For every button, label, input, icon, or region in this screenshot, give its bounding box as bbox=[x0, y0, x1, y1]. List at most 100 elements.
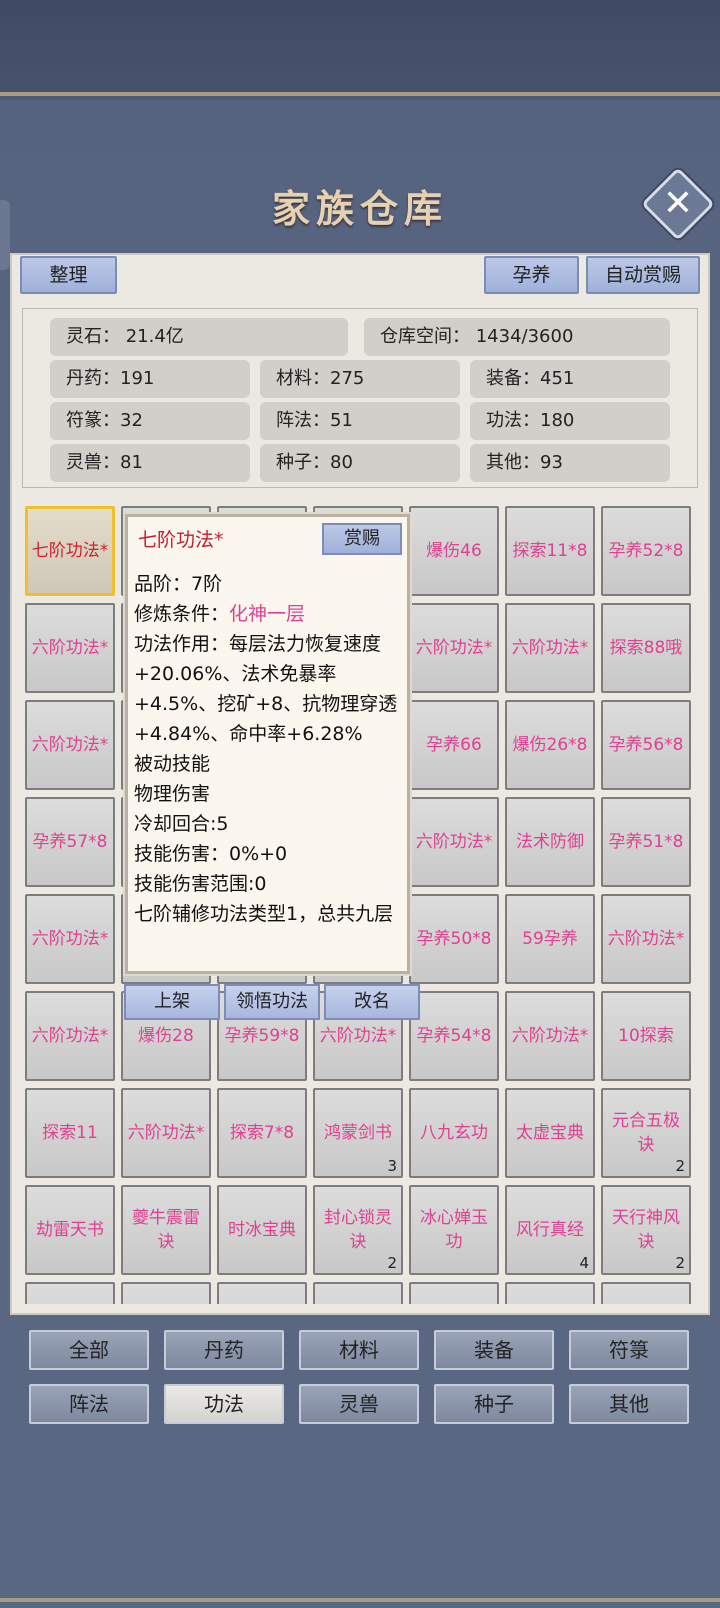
auto-reward-button[interactable]: 自动赏赐 bbox=[586, 256, 700, 294]
item-slot[interactable] bbox=[121, 1282, 211, 1304]
requirement-label: 修炼条件： bbox=[134, 603, 230, 625]
item-label: 六阶功法* bbox=[415, 638, 493, 658]
item-label: 六阶功法* bbox=[127, 1123, 205, 1143]
item-slot[interactable]: 封心锁灵诀 2 bbox=[313, 1185, 403, 1275]
popup-damage-type: 物理伤害 bbox=[134, 783, 211, 805]
stat-pills: 丹药：191 bbox=[50, 360, 250, 398]
list-button[interactable]: 上架 bbox=[124, 984, 220, 1020]
reward-button[interactable]: 赏赐 bbox=[322, 523, 402, 555]
item-label: 元合五极诀 bbox=[612, 1111, 680, 1155]
item-slot[interactable] bbox=[601, 1282, 691, 1304]
item-slot[interactable]: 七阶功法* bbox=[25, 506, 115, 596]
item-slot[interactable]: 探索88哦 bbox=[601, 603, 691, 693]
item-slot[interactable]: 10探索 bbox=[601, 991, 691, 1081]
item-slot[interactable]: 孕养52*8 bbox=[601, 506, 691, 596]
rename-button[interactable]: 改名 bbox=[324, 984, 420, 1020]
item-label: 六阶功法* bbox=[511, 638, 589, 658]
item-label: 时冰宝典 bbox=[228, 1220, 296, 1240]
tab-3[interactable]: 装备 bbox=[434, 1330, 554, 1370]
item-slot[interactable]: 劫雷天书 bbox=[25, 1185, 115, 1275]
tab-4[interactable]: 符箓 bbox=[569, 1330, 689, 1370]
item-slot[interactable]: 59孕养 bbox=[505, 894, 595, 984]
item-slot[interactable] bbox=[217, 1282, 307, 1304]
popup-cooldown: 冷却回合:5 bbox=[134, 813, 229, 835]
item-slot[interactable]: 六阶功法* bbox=[25, 991, 115, 1081]
item-slot[interactable]: 夔牛震雷诀 bbox=[121, 1185, 211, 1275]
item-slot[interactable]: 元合五极诀 2 bbox=[601, 1088, 691, 1178]
item-slot[interactable]: 孕养54*8 bbox=[409, 991, 499, 1081]
item-label: 六阶功法* bbox=[607, 929, 685, 949]
item-label: 爆伤28 bbox=[138, 1026, 194, 1046]
item-slot[interactable]: 探索7*8 bbox=[217, 1088, 307, 1178]
item-label: 探索11*8 bbox=[512, 541, 588, 561]
popup-effect: 功法作用：每层法力恢复速度+20.06%、法术免暴率+4.5%、挖矿+8、抗物理… bbox=[134, 633, 398, 745]
item-slot[interactable]: 孕养66 bbox=[409, 700, 499, 790]
tab-6[interactable]: 功法 bbox=[164, 1384, 284, 1424]
item-label: 探索88哦 bbox=[609, 638, 683, 658]
item-label: 探索7*8 bbox=[229, 1123, 295, 1143]
item-label: 六阶功法* bbox=[319, 1026, 397, 1046]
stat-others: 其他：93 bbox=[470, 444, 670, 482]
item-slot[interactable]: 爆伤46 bbox=[409, 506, 499, 596]
item-slot[interactable]: 冰心婵玉功 bbox=[409, 1185, 499, 1275]
popup-passive: 被动技能 bbox=[134, 753, 211, 775]
tab-7[interactable]: 灵兽 bbox=[299, 1384, 419, 1424]
item-label: 孕养54*8 bbox=[416, 1026, 492, 1046]
item-slot[interactable]: 六阶功法* bbox=[25, 603, 115, 693]
item-slot[interactable]: 孕养51*8 bbox=[601, 797, 691, 887]
item-count: 2 bbox=[675, 1157, 685, 1175]
item-slot[interactable]: 时冰宝典 bbox=[217, 1185, 307, 1275]
item-slot[interactable] bbox=[409, 1282, 499, 1304]
popup-skill-range: 技能伤害范围:0 bbox=[134, 873, 267, 895]
item-slot[interactable]: 孕养56*8 bbox=[601, 700, 691, 790]
item-count: 2 bbox=[387, 1254, 397, 1272]
item-slot[interactable]: 六阶功法* bbox=[505, 991, 595, 1081]
item-slot[interactable]: 探索11*8 bbox=[505, 506, 595, 596]
item-slot[interactable]: 六阶功法* bbox=[601, 894, 691, 984]
item-slot[interactable]: 六阶功法* bbox=[25, 894, 115, 984]
nurture-button[interactable]: 孕养 bbox=[484, 256, 579, 294]
popup-skill-damage: 技能伤害：0%+0 bbox=[134, 843, 288, 865]
item-label: 爆伤26*8 bbox=[512, 735, 588, 755]
item-slot[interactable]: 天行神风诀 2 bbox=[601, 1185, 691, 1275]
tab-8[interactable]: 种子 bbox=[434, 1384, 554, 1424]
item-label: 六阶功法* bbox=[415, 832, 493, 852]
item-slot[interactable] bbox=[313, 1282, 403, 1304]
tab-5[interactable]: 阵法 bbox=[29, 1384, 149, 1424]
item-label: 59孕养 bbox=[522, 929, 578, 949]
tab-9[interactable]: 其他 bbox=[569, 1384, 689, 1424]
tab-1[interactable]: 丹药 bbox=[164, 1330, 284, 1370]
item-label: 太虚宝典 bbox=[516, 1123, 584, 1143]
item-slot[interactable]: 探索11 bbox=[25, 1088, 115, 1178]
item-label: 七阶功法* bbox=[31, 541, 109, 561]
item-slot[interactable]: 六阶功法* bbox=[505, 603, 595, 693]
item-count: 2 bbox=[675, 1254, 685, 1272]
item-slot[interactable]: 爆伤26*8 bbox=[505, 700, 595, 790]
item-slot[interactable]: 孕养50*8 bbox=[409, 894, 499, 984]
item-slot[interactable]: 八九玄功 bbox=[409, 1088, 499, 1178]
item-label: 孕养51*8 bbox=[608, 832, 684, 852]
tab-0[interactable]: 全部 bbox=[29, 1330, 149, 1370]
item-slot[interactable]: 六阶功法* bbox=[121, 1088, 211, 1178]
item-slot[interactable]: 六阶功法* bbox=[409, 797, 499, 887]
item-label: 孕养56*8 bbox=[608, 735, 684, 755]
comprehend-button[interactable]: 领悟功法 bbox=[224, 984, 320, 1020]
item-slot[interactable]: 法术防御 bbox=[505, 797, 595, 887]
item-slot[interactable]: 六阶功法* bbox=[25, 700, 115, 790]
item-slot[interactable]: 孕养57*8 bbox=[25, 797, 115, 887]
top-bar bbox=[0, 0, 720, 96]
item-slot[interactable] bbox=[505, 1282, 595, 1304]
item-slot[interactable] bbox=[25, 1282, 115, 1304]
requirement-value: 化神一层 bbox=[229, 603, 306, 625]
item-label: 夔牛震雷诀 bbox=[132, 1208, 200, 1252]
popup-requirement: 修炼条件：化神一层 bbox=[134, 599, 402, 629]
item-slot[interactable]: 风行真经 4 bbox=[505, 1185, 595, 1275]
stat-talismans: 符篆：32 bbox=[50, 402, 250, 440]
item-label: 六阶功法* bbox=[31, 638, 109, 658]
item-slot[interactable]: 太虚宝典 bbox=[505, 1088, 595, 1178]
sort-button[interactable]: 整理 bbox=[20, 256, 117, 294]
tab-2[interactable]: 材料 bbox=[299, 1330, 419, 1370]
item-slot[interactable]: 六阶功法* bbox=[409, 603, 499, 693]
item-slot[interactable]: 鸿蒙剑书 3 bbox=[313, 1088, 403, 1178]
stat-capacity: 仓库空间： 1434/3600 bbox=[364, 318, 670, 356]
